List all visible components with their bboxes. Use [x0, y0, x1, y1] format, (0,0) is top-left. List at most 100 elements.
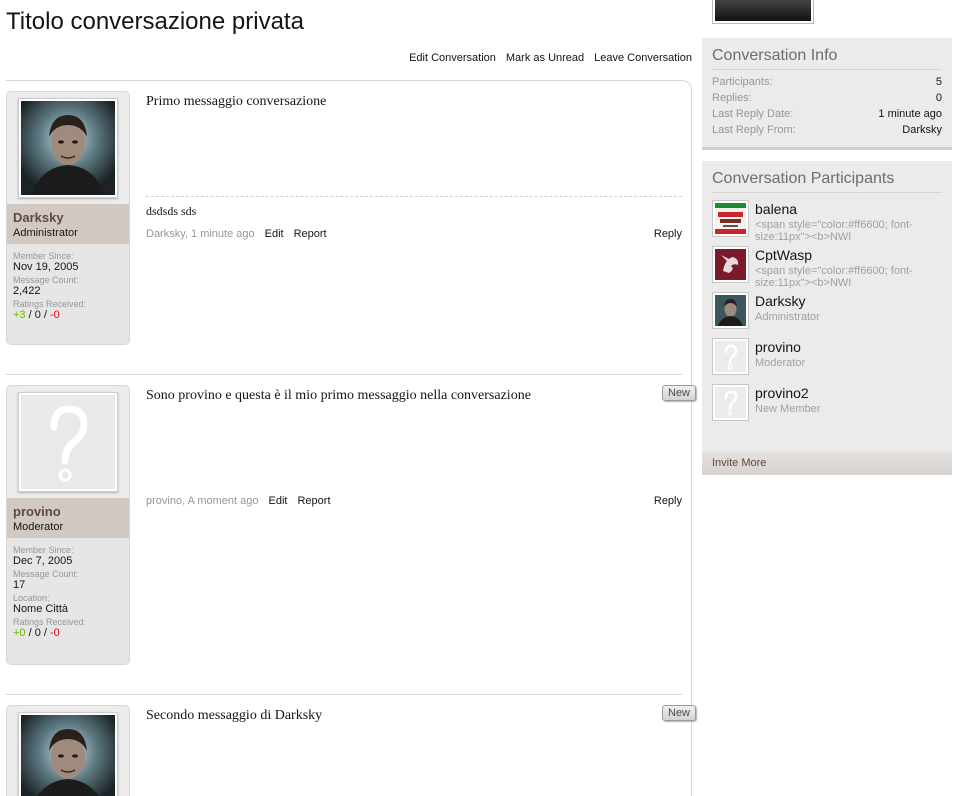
participant-name[interactable]: provino2 — [755, 381, 952, 401]
avatar[interactable] — [18, 98, 118, 198]
visitor-avatar[interactable] — [712, 0, 814, 24]
page-title: Titolo conversazione privata — [6, 8, 304, 35]
message-text: Secondo messaggio di Darksky — [146, 708, 323, 723]
member-since-label: Member Since: — [13, 251, 74, 261]
message-user-info — [6, 705, 130, 796]
info-label: Participants: — [712, 76, 773, 88]
reply-link[interactable]: Reply — [654, 228, 682, 240]
darksky-avatar-image — [715, 295, 746, 326]
ratings-neutral: 0 — [34, 627, 41, 639]
info-last-reply-date: Last Reply Date: 1 minute ago — [702, 106, 952, 122]
participant-title: Moderator — [755, 357, 806, 369]
message-user-info: Darksky Administrator Member Since: Nov … — [6, 91, 130, 345]
conversation-participants-panel: Conversation Participants balena <span s… — [702, 161, 952, 451]
participant-avatar[interactable] — [712, 292, 749, 329]
avatar[interactable] — [18, 392, 118, 492]
new-badge: New — [662, 705, 697, 721]
location-value[interactable]: Nome Città — [13, 603, 123, 615]
participants-heading: Conversation Participants — [712, 161, 942, 193]
message-meta: Darksky, 1 minute ago Edit Report Reply — [146, 228, 682, 240]
participant-name[interactable]: provino — [755, 335, 952, 355]
signature-divider — [146, 196, 682, 197]
message-separator — [6, 374, 682, 375]
participant-avatar[interactable] — [712, 246, 749, 283]
invite-more-bar: Invite More — [702, 451, 952, 475]
message-count-value[interactable]: 17 — [13, 579, 123, 591]
participant-title: Administrator — [755, 311, 820, 323]
user-extra-info: Member Since: Dec 7, 2005 Message Count:… — [7, 538, 129, 645]
message-count-label: Message Count: — [13, 569, 79, 579]
mark-unread-link[interactable]: Mark as Unread — [506, 52, 584, 64]
username[interactable]: Darksky — [13, 210, 123, 225]
message-separator — [6, 694, 682, 695]
user-title: Moderator — [13, 521, 64, 533]
participant-avatar[interactable] — [712, 338, 749, 375]
reply-link[interactable]: Reply — [654, 495, 682, 507]
message-user-info: provino Moderator Member Since: Dec 7, 2… — [6, 385, 130, 665]
ratings-label: Ratings Received: — [13, 617, 87, 627]
leave-conversation-link[interactable]: Leave Conversation — [594, 52, 692, 64]
balena-avatar-image — [715, 203, 746, 234]
message-meta: provino, A moment ago Edit Report Reply — [146, 495, 682, 507]
message-text: Sono provino e questa è il mio primo mes… — [146, 388, 531, 403]
default-avatar-question-icon — [715, 341, 746, 372]
participant-name[interactable]: CptWasp — [755, 243, 952, 263]
ratings-label: Ratings Received: — [13, 299, 87, 309]
ratings-negative: -0 — [50, 627, 60, 639]
location-label: Location: — [13, 593, 50, 603]
participant-title: <span style="color:#ff6600; font-size:11… — [755, 265, 913, 289]
ratings-value: +3 / 0 / -0 — [13, 309, 60, 321]
darksky-avatar-image — [21, 715, 115, 796]
username[interactable]: provino — [13, 504, 123, 519]
ratings-positive: +3 — [13, 309, 26, 321]
report-link[interactable]: Report — [294, 228, 327, 240]
info-last-reply-from: Last Reply From: Darksky — [702, 122, 952, 138]
avatar[interactable] — [18, 712, 118, 796]
darksky-avatar-image — [21, 101, 115, 195]
message-text: Primo messaggio conversazione — [146, 94, 327, 109]
participant-avatar[interactable] — [712, 200, 749, 237]
conversation-controls: Edit Conversation Mark as Unread Leave C… — [409, 52, 692, 64]
participant-name[interactable]: balena — [755, 197, 952, 217]
message-count-label: Message Count: — [13, 275, 79, 285]
message-author-time[interactable]: provino, A moment ago — [146, 495, 259, 507]
ratings-positive: +0 — [13, 627, 26, 639]
participant-title: <span style="color:#ff6600; font-size:11… — [755, 219, 913, 243]
info-label: Last Reply Date: — [712, 108, 794, 120]
ratings-value: +0 / 0 / -0 — [13, 627, 60, 639]
new-badge: New — [662, 385, 697, 401]
participant-item[interactable]: balena <span style="color:#ff6600; font-… — [702, 197, 952, 243]
member-since-value: Dec 7, 2005 — [13, 555, 73, 567]
participant-avatar[interactable] — [712, 384, 749, 421]
member-since-label: Member Since: — [13, 545, 74, 555]
info-label: Replies: — [712, 92, 752, 104]
participant-item[interactable]: Darksky Administrator — [702, 289, 952, 335]
member-since-value: Nov 19, 2005 — [13, 261, 79, 273]
signature: dsdsds sds — [146, 204, 197, 218]
default-avatar-question-icon — [715, 387, 746, 418]
message-count-value[interactable]: 2,422 — [13, 285, 123, 297]
participant-item[interactable]: provino2 New Member — [702, 381, 952, 427]
participant-item[interactable]: CptWasp <span style="color:#ff6600; font… — [702, 243, 952, 289]
default-avatar-question-icon — [21, 395, 115, 489]
cptwasp-avatar-image — [715, 249, 746, 280]
info-value[interactable]: Darksky — [902, 122, 942, 138]
message-author-time[interactable]: Darksky, 1 minute ago — [146, 228, 255, 240]
user-extra-info: Member Since: Nov 19, 2005 Message Count… — [7, 244, 129, 327]
info-replies: Replies: 0 — [702, 90, 952, 106]
edit-link[interactable]: Edit — [269, 495, 288, 507]
conversation-info-heading: Conversation Info — [712, 38, 942, 70]
edit-conversation-link[interactable]: Edit Conversation — [409, 52, 496, 64]
info-label: Last Reply From: — [712, 124, 796, 136]
info-participants: Participants: 5 — [702, 74, 952, 90]
participant-name[interactable]: Darksky — [755, 289, 952, 309]
message-list: Darksky Administrator Member Since: Nov … — [6, 80, 697, 796]
edit-link[interactable]: Edit — [265, 228, 284, 240]
invite-more-link[interactable]: Invite More — [712, 457, 766, 469]
user-title: Administrator — [13, 227, 78, 239]
conversation-info-panel: Conversation Info Participants: 5 Replies… — [702, 38, 952, 150]
ratings-negative: -0 — [50, 309, 60, 321]
report-link[interactable]: Report — [297, 495, 330, 507]
participant-item[interactable]: provino Moderator — [702, 335, 952, 381]
participant-title: New Member — [755, 403, 821, 415]
